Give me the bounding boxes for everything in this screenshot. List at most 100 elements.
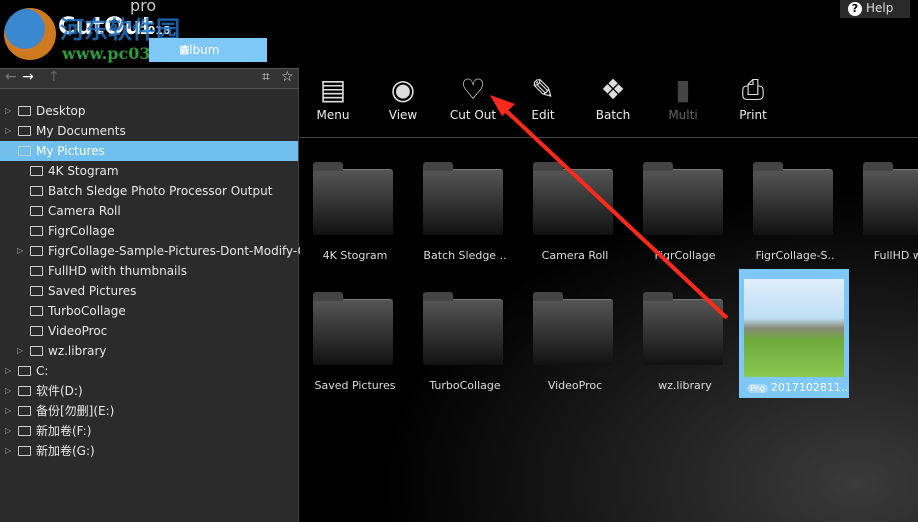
watermark-logo-icon	[4, 8, 56, 60]
help-button[interactable]: ? Help	[840, 0, 910, 18]
tree-item-label: 新加卷(F:)	[36, 424, 92, 438]
tree-item[interactable]: ▷ 备份[勿删](E:)	[0, 401, 298, 421]
tree-item[interactable]: ▷ 软件(D:)	[0, 381, 298, 401]
folder-icon	[18, 146, 31, 156]
multi-icon: ▮	[675, 73, 691, 106]
folder-icon	[30, 246, 43, 256]
toolbar-label: Menu	[316, 108, 350, 122]
tree-item[interactable]: Camera Roll	[0, 201, 298, 221]
new-folder-icon[interactable]: ⌗	[262, 69, 270, 85]
folder-thumbnail[interactable]: wz.library	[630, 279, 740, 407]
folder-name: FullHD with	[873, 249, 918, 262]
toolbar-edit-button[interactable]: ✎ Edit	[508, 68, 578, 134]
up-arrow-icon[interactable]: ↑	[48, 69, 60, 85]
folder-thumbnail[interactable]: 4K Stogram	[300, 149, 410, 277]
tree-item[interactable]: FigrCollage	[0, 221, 298, 241]
tree-item-label: 4K Stogram	[48, 164, 119, 178]
tree-item[interactable]: ▷ FigrCollage-Sample-Pictures-Dont-Modify…	[0, 241, 355, 261]
tree-item[interactable]: ▷ wz.library	[0, 341, 298, 361]
folder-thumbnail[interactable]: VideoProc	[520, 279, 630, 407]
tree-item[interactable]: Saved Pictures	[0, 281, 298, 301]
folder-icon	[30, 326, 43, 336]
folder-name: Camera Roll	[541, 249, 609, 262]
folder-name: 4K Stogram	[322, 249, 388, 262]
tree-item[interactable]: ▷ 新加卷(F:)	[0, 421, 298, 441]
folder-icon	[753, 162, 833, 235]
folder-thumbnail[interactable]: FullHD with	[850, 149, 918, 277]
folder-icon	[30, 306, 43, 316]
tree-item-label: 备份[勿删](E:)	[36, 404, 115, 418]
tree-item-label: My Documents	[36, 124, 126, 138]
expand-triangle-icon[interactable]: ▷	[5, 421, 11, 441]
folder-icon	[30, 206, 43, 216]
tree-item[interactable]: VideoProc	[0, 321, 298, 341]
toolbar-label: Cut Out	[449, 108, 497, 122]
tree-item-label: My Pictures	[36, 144, 105, 158]
expand-triangle-icon[interactable]: ▷	[5, 401, 11, 421]
folder-thumbnail[interactable]: FigrCollage	[630, 149, 740, 277]
forward-arrow-icon[interactable]: →	[22, 69, 34, 85]
help-label: Help	[866, 1, 894, 15]
toolbar-batch-button[interactable]: ❖ Batch	[578, 68, 648, 134]
tree-item[interactable]: ▷ 新加卷(G:)	[0, 441, 298, 461]
tree-item-label: 新加卷(G:)	[36, 444, 95, 458]
print-icon: ⎙	[741, 73, 765, 106]
expand-triangle-icon[interactable]: ▷	[5, 141, 11, 161]
folder-icon	[533, 292, 613, 365]
tree-item[interactable]: ▷ My Documents	[0, 121, 298, 141]
folder-icon	[30, 266, 43, 276]
expand-triangle-icon[interactable]: ▷	[17, 341, 23, 361]
tree-item[interactable]: 4K Stogram	[0, 161, 298, 181]
folder-thumbnail[interactable]: Camera Roll	[520, 149, 630, 277]
folder-icon	[18, 406, 31, 416]
photo-thumbnail[interactable]: Png 2017102811..	[739, 269, 849, 398]
sidebar-toolbar: ← → ↑ ⌗ ☆	[0, 69, 298, 89]
folder-icon	[863, 162, 918, 235]
folder-thumbnail[interactable]: FigrCollage-S..	[740, 149, 850, 277]
toolbar-multi-button[interactable]: ▮ Multi	[648, 68, 718, 134]
folder-name: FigrCollage	[654, 249, 716, 262]
toolbar-cut-out-button[interactable]: ♡ Cut Out	[438, 68, 508, 134]
toolbar-label: Print	[739, 108, 767, 122]
tree-item-label: VideoProc	[48, 324, 108, 338]
expand-triangle-icon[interactable]: ▷	[5, 381, 11, 401]
tree-item-label: wz.library	[48, 344, 107, 358]
expand-triangle-icon[interactable]: ▷	[17, 241, 23, 261]
folder-thumbnail[interactable]: TurboCollage	[410, 279, 520, 407]
folder-sidebar: ← → ↑ ⌗ ☆ ▷ Desktop ▷ My Documents ▷ My Pictu…	[0, 68, 355, 522]
view-icon: ◉	[390, 73, 416, 106]
back-arrow-icon[interactable]: ←	[5, 69, 17, 85]
folder-tree: ▷ Desktop ▷ My Documents ▷ My Pictures 4K Stog…	[0, 89, 355, 461]
expand-triangle-icon[interactable]: ▷	[5, 101, 11, 121]
album-button[interactable]: ▦ Album	[149, 38, 267, 62]
tree-item[interactable]: ▷ Desktop	[0, 101, 298, 121]
folder-icon	[30, 346, 43, 356]
folder-thumbnail[interactable]: Batch Sledge ..	[410, 149, 520, 277]
toolbar-print-button[interactable]: ⎙ Print	[718, 68, 788, 134]
file-type-badge: Png	[747, 384, 768, 393]
folder-icon	[423, 292, 503, 365]
toolbar-view-button[interactable]: ◉ View	[368, 68, 438, 134]
toolbar-label: Batch	[595, 108, 631, 122]
toolbar-label: View	[388, 108, 418, 122]
tree-item[interactable]: Batch Sledge Photo Processor Output	[0, 181, 298, 201]
tree-item[interactable]: ▷ C:	[0, 361, 298, 381]
expand-triangle-icon[interactable]: ▷	[5, 441, 11, 461]
main-toolbar: ▤ Menu ◉ View ♡ Cut Out ✎ Edit ❖ Batch ▮ Multi ⎙ Prin…	[300, 68, 918, 138]
folder-name: VideoProc	[547, 379, 603, 392]
tree-item[interactable]: FullHD with thumbnails	[0, 261, 298, 281]
tree-item-label: C:	[36, 364, 49, 378]
tree-item-label: FigrCollage	[48, 224, 115, 238]
favorite-star-icon[interactable]: ☆	[281, 69, 294, 85]
toolbar-label: Multi	[668, 108, 698, 122]
folder-name: Batch Sledge ..	[423, 249, 507, 262]
expand-triangle-icon[interactable]: ▷	[5, 361, 11, 381]
tree-item[interactable]: TurboCollage	[0, 301, 298, 321]
expand-triangle-icon[interactable]: ▷	[5, 121, 11, 141]
toolbar-menu-button[interactable]: ▤ Menu	[298, 68, 368, 134]
folder-icon	[18, 106, 31, 116]
tree-item[interactable]: ▷ My Pictures	[0, 141, 298, 161]
folder-icon	[18, 446, 31, 456]
folder-thumbnail[interactable]: Saved Pictures	[300, 279, 410, 407]
folder-icon	[30, 166, 43, 176]
